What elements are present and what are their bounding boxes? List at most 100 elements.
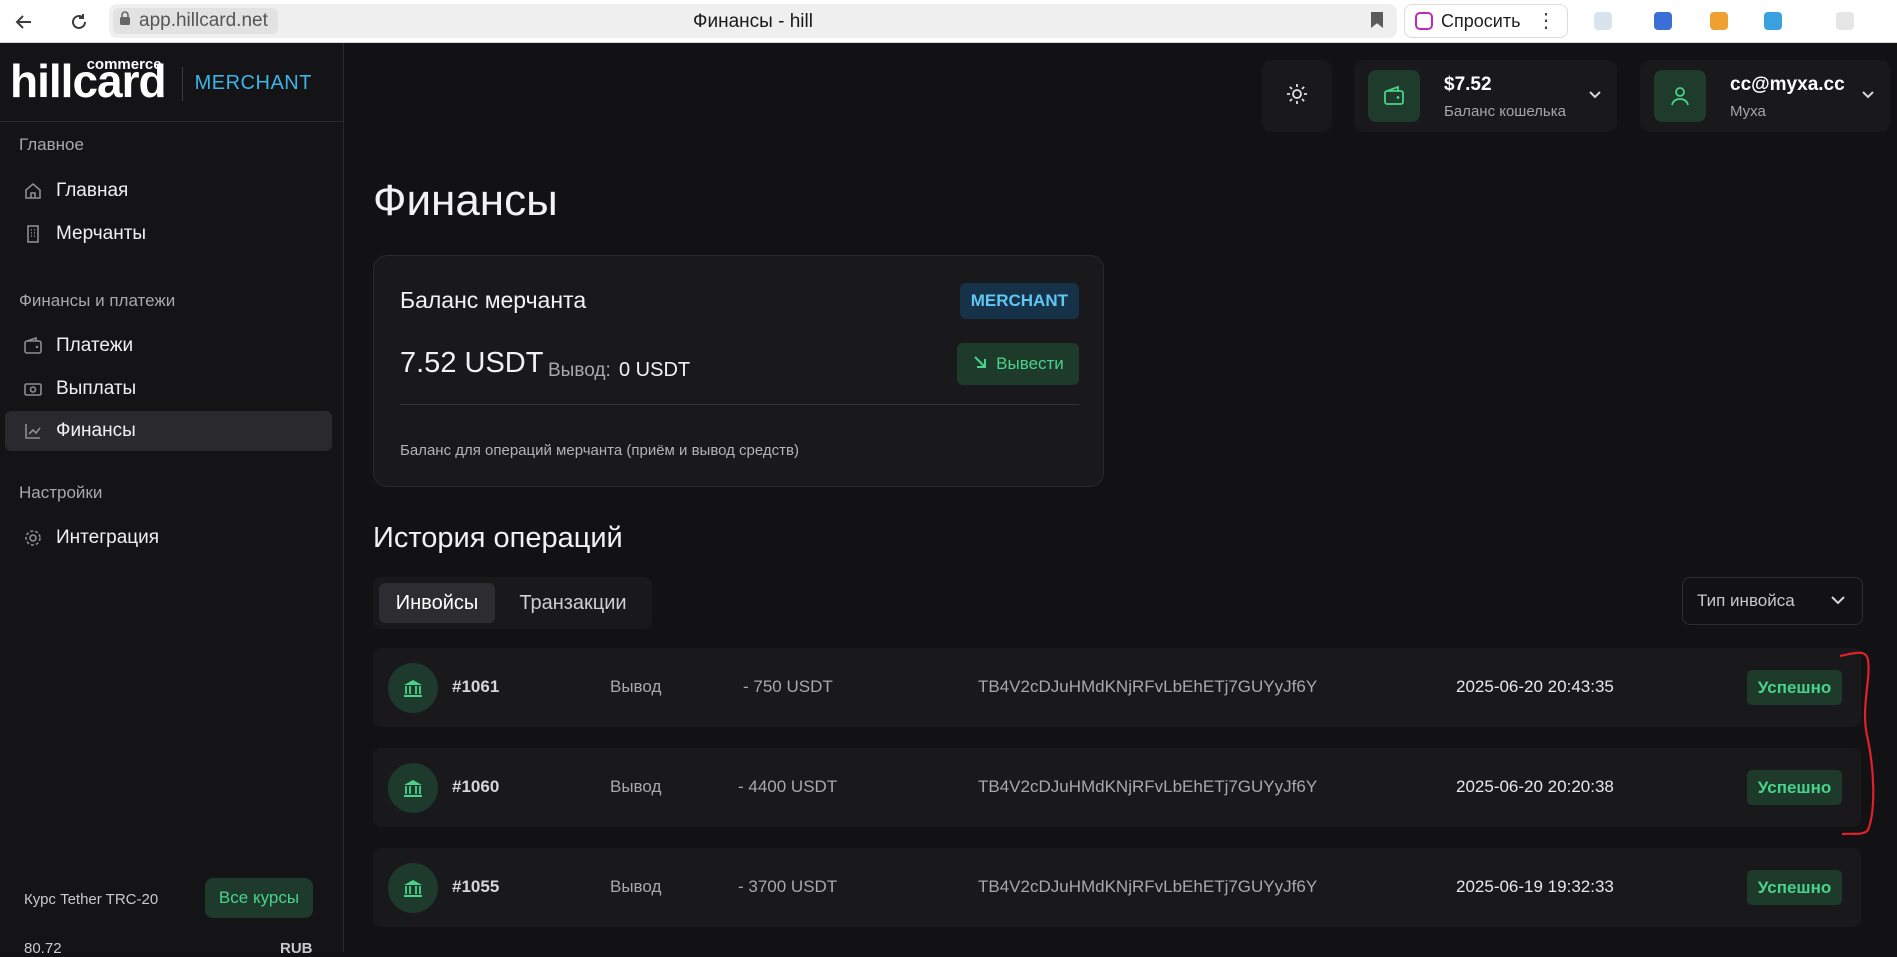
row-id: #1061 xyxy=(452,677,500,696)
section-title-settings: Настройки xyxy=(19,483,103,502)
user-name: Муха xyxy=(1730,103,1766,120)
extension-icon[interactable] xyxy=(1710,12,1728,30)
row-date: 2025-06-20 20:43:35 xyxy=(1456,677,1614,696)
address-bar[interactable]: app.hillcard.net Финансы - hill xyxy=(109,4,1397,38)
sidebar-item-label: Мерчанты xyxy=(56,223,147,244)
logo-sup-text: commerce xyxy=(86,56,162,73)
user-menu-dropdown[interactable]: cc@myxa.cc Муха xyxy=(1640,60,1890,132)
extension-icon[interactable] xyxy=(1764,12,1782,30)
history-tabs: Инвойсы Транзакции xyxy=(373,577,652,629)
chevron-down-icon xyxy=(1587,86,1603,107)
wallet-label: Баланс кошелька xyxy=(1444,103,1566,120)
rate-label: Курс Tether TRC-20 xyxy=(24,891,159,908)
withdraw-label: Вывод: xyxy=(548,360,611,381)
section-title-main: Главное xyxy=(19,135,84,154)
row-amount: - 750 USDT xyxy=(743,677,833,696)
sun-icon xyxy=(1286,83,1308,110)
sidebar-item-label: Интеграция xyxy=(56,527,160,548)
bank-icon xyxy=(388,663,438,713)
sidebar-item-payments[interactable]: Платежи xyxy=(5,326,332,366)
balance-card-title: Баланс мерчанта xyxy=(400,287,587,313)
row-type: Вывод xyxy=(610,877,662,896)
balance-note: Баланс для операций мерчанта (приём и вы… xyxy=(400,442,799,459)
wallet-balance-dropdown[interactable]: $7.52 Баланс кошелька xyxy=(1354,60,1617,132)
row-amount: - 4400 USDT xyxy=(738,777,838,796)
row-id: #1055 xyxy=(452,877,500,896)
balance-amount: 7.52 USDT xyxy=(400,347,544,379)
user-email: cc@myxa.cc xyxy=(1730,74,1845,95)
chevron-down-icon xyxy=(1828,590,1848,615)
withdraw-button[interactable]: Вывести xyxy=(957,343,1079,385)
bank-icon xyxy=(388,763,438,813)
invoice-type-select[interactable]: Тип инвойса xyxy=(1682,577,1863,625)
table-row[interactable]: #1061 Вывод - 750 USDT TB4V2cDJuHMdKNjRF… xyxy=(373,648,1861,727)
chart-line-icon xyxy=(22,420,44,442)
sidebar-item-label: Финансы xyxy=(56,420,136,441)
row-date: 2025-06-20 20:20:38 xyxy=(1456,777,1614,796)
sidebar-item-finance[interactable]: Финансы xyxy=(5,411,332,451)
gear-icon xyxy=(22,527,44,549)
bank-icon xyxy=(388,863,438,913)
tab-invoices[interactable]: Инвойсы xyxy=(379,583,495,623)
page-title: Финансы xyxy=(373,176,558,225)
rate-value: 80.72 xyxy=(24,940,62,957)
sidebar-divider xyxy=(0,121,343,122)
row-address: TB4V2cDJuHMdKNjRFvLbEhETj7GUYyJf6Y xyxy=(978,677,1318,696)
row-id: #1060 xyxy=(452,777,500,796)
ask-icon xyxy=(1415,12,1433,30)
sidebar-item-label: Главная xyxy=(56,180,129,201)
wallet-amount: $7.52 xyxy=(1444,74,1492,95)
section-title-finance: Финансы и платежи xyxy=(19,291,176,310)
row-type: Вывод xyxy=(610,677,662,696)
browser-page-title: Финансы - hill xyxy=(693,11,813,32)
row-date: 2025-06-19 19:32:33 xyxy=(1456,877,1614,896)
invoice-type-label: Тип инвойса xyxy=(1697,591,1795,610)
row-address: TB4V2cDJuHMdKNjRFvLbEhETj7GUYyJf6Y xyxy=(978,877,1318,896)
sidebar-item-label: Выплаты xyxy=(56,378,137,399)
rate-currency: RUB xyxy=(280,940,313,957)
brand-tag: MERCHANT xyxy=(194,72,312,94)
back-arrow-icon[interactable] xyxy=(10,8,38,36)
home-icon xyxy=(22,180,44,202)
sidebar-item-integration[interactable]: Интеграция xyxy=(5,518,332,558)
ask-label: Спросить xyxy=(1441,10,1521,31)
row-type: Вывод xyxy=(610,777,662,796)
status-badge: Успешно xyxy=(1747,870,1842,905)
row-amount: - 3700 USDT xyxy=(738,877,838,896)
browser-toolbar: app.hillcard.net Финансы - hill Спросить… xyxy=(0,0,1897,43)
tab-transactions[interactable]: Транзакции xyxy=(501,583,645,623)
sidebar-item-label: Платежи xyxy=(56,335,134,356)
withdraw-value: 0 USDT xyxy=(619,359,691,381)
building-icon xyxy=(22,223,44,245)
extension-icon[interactable] xyxy=(1654,12,1672,30)
all-rates-button[interactable]: Все курсы xyxy=(205,878,313,918)
extension-icon[interactable] xyxy=(1836,12,1854,30)
sidebar-item-home[interactable]: Главная xyxy=(5,171,332,211)
theme-toggle-button[interactable] xyxy=(1262,60,1332,132)
table-row[interactable]: #1060 Вывод - 4400 USDT TB4V2cDJuHMdKNjR… xyxy=(373,748,1861,827)
hillcard-logo: hillcard commerce xyxy=(10,56,167,104)
reload-icon[interactable] xyxy=(65,8,93,36)
brand-divider xyxy=(181,67,183,101)
cash-icon xyxy=(22,378,44,400)
arrow-down-right-icon xyxy=(972,354,988,375)
wallet-icon xyxy=(1368,70,1420,122)
sidebar: hillcard commerce MERCHANT Главное Главн… xyxy=(0,43,344,957)
merchant-badge: MERCHANT xyxy=(959,283,1079,319)
extension-icon[interactable] xyxy=(1594,12,1612,30)
status-badge: Успешно xyxy=(1747,770,1842,805)
history-title: История операций xyxy=(373,522,623,554)
table-row[interactable]: #1055 Вывод - 3700 USDT TB4V2cDJuHMdKNjR… xyxy=(373,848,1861,927)
more-menu-icon[interactable]: ⋮ xyxy=(1536,8,1556,33)
sidebar-item-merchants[interactable]: Мерчанты xyxy=(5,214,332,254)
balance-divider xyxy=(400,404,1079,405)
status-badge: Успешно xyxy=(1747,670,1842,705)
withdraw-button-label: Вывести xyxy=(996,354,1064,373)
user-icon xyxy=(1654,70,1706,122)
wallet-icon xyxy=(22,335,44,357)
chevron-down-icon xyxy=(1860,86,1876,107)
brand[interactable]: hillcard commerce MERCHANT xyxy=(10,56,312,104)
sidebar-item-payouts[interactable]: Выплаты xyxy=(5,369,332,409)
row-address: TB4V2cDJuHMdKNjRFvLbEhETj7GUYyJf6Y xyxy=(978,777,1318,796)
red-bracket-annotation xyxy=(1839,651,1875,836)
